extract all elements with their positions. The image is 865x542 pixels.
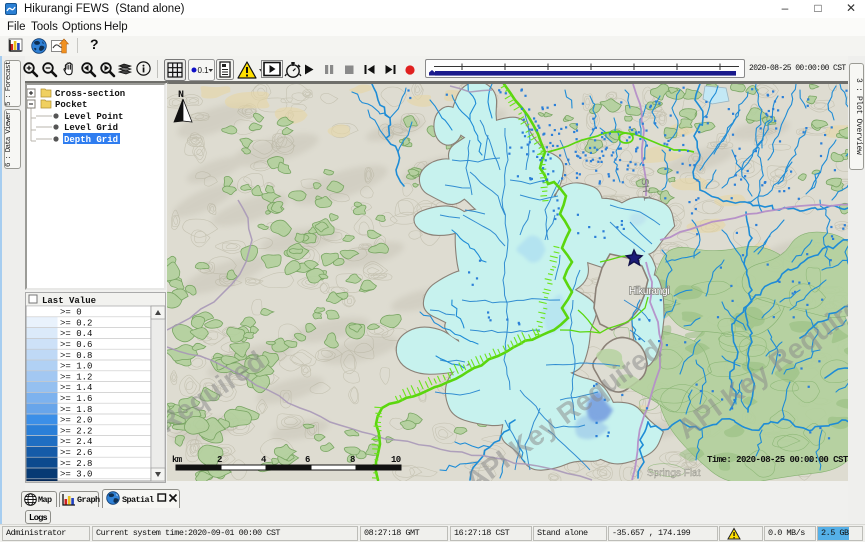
svg-text:>= 0.4: >= 0.4 (60, 329, 92, 339)
svg-text:Pocket: Pocket (55, 100, 87, 110)
svg-text:>= 1.6: >= 1.6 (60, 394, 92, 404)
svg-text:0.1: 0.1 (198, 66, 210, 75)
svg-text:Springs Flat: Springs Flat (647, 468, 701, 479)
svg-text:>= 0.8: >= 0.8 (60, 351, 92, 361)
svg-text:Hikurangi: Hikurangi (629, 286, 669, 297)
svg-text:6: 6 (305, 455, 310, 465)
svg-text:>= 2.0: >= 2.0 (60, 416, 92, 426)
svg-text:>= 0.2: >= 0.2 (60, 318, 92, 328)
svg-text:>= 2.6: >= 2.6 (60, 448, 92, 458)
svg-text:Depth Grid: Depth Grid (64, 135, 118, 145)
svg-text:>= 1.4: >= 1.4 (60, 383, 92, 393)
svg-text:8: 8 (350, 455, 355, 465)
svg-text:Time: 2020-08-25 00:00:00 CST: Time: 2020-08-25 00:00:00 CST (707, 455, 848, 465)
svg-text:Last Value: Last Value (42, 296, 96, 306)
svg-text:Level Point: Level Point (64, 112, 123, 122)
svg-text:>= 1.0: >= 1.0 (60, 362, 92, 372)
svg-text:10: 10 (391, 455, 401, 465)
svg-text:Cross-section: Cross-section (55, 89, 125, 99)
svg-text:>= 1.8: >= 1.8 (60, 405, 92, 415)
svg-text:km: km (172, 455, 183, 465)
svg-text:>= 3.0: >= 3.0 (60, 470, 92, 480)
svg-text:>= 2.8: >= 2.8 (60, 459, 92, 469)
svg-text:Level Grid: Level Grid (64, 123, 118, 133)
svg-text:>= 1.2: >= 1.2 (60, 372, 92, 382)
svg-text:>= 0: >= 0 (60, 308, 82, 318)
svg-text:>= 2.4: >= 2.4 (60, 437, 92, 447)
svg-text:>= 0.6: >= 0.6 (60, 340, 92, 350)
svg-text:2: 2 (217, 455, 222, 465)
svg-text:>= 2.2: >= 2.2 (60, 426, 92, 436)
